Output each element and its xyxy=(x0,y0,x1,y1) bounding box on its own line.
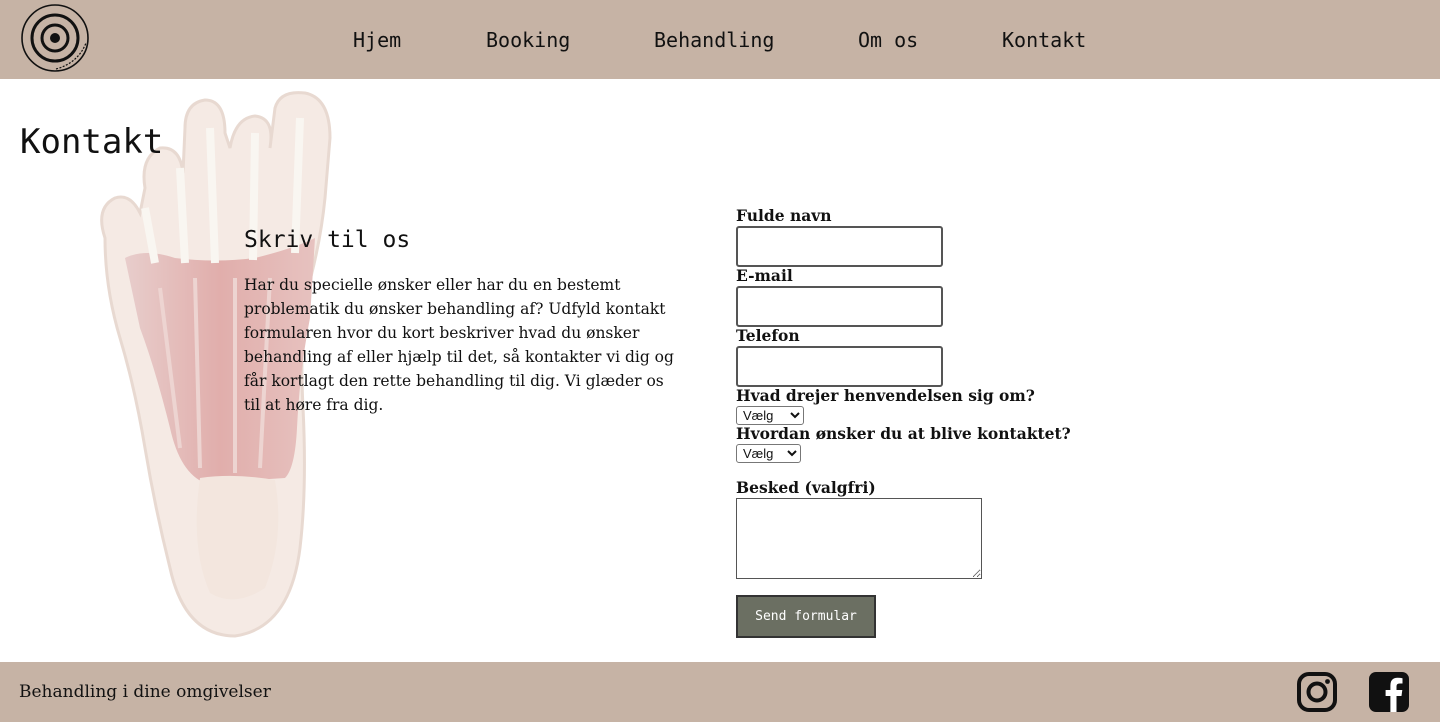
nav-booking[interactable]: Booking xyxy=(486,26,570,54)
phone-field[interactable] xyxy=(736,346,943,387)
facebook-icon[interactable] xyxy=(1369,672,1409,712)
nav-hjem[interactable]: Hjem xyxy=(353,26,401,54)
intro-heading: Skriv til os xyxy=(244,227,411,253)
page-title: Kontakt xyxy=(20,122,164,162)
subject-label: Hvad drejer henvendelsen sig om? xyxy=(736,386,1035,405)
nav-behandling[interactable]: Behandling xyxy=(654,26,774,54)
send-form-button[interactable]: Send formular xyxy=(736,595,876,638)
site-footer: Behandling i dine omgivelser xyxy=(0,662,1440,722)
phone-label: Telefon xyxy=(736,326,800,345)
footer-tagline: Behandling i dine omgivelser xyxy=(19,682,271,702)
name-label: Fulde navn xyxy=(736,206,832,225)
main-nav: Hjem Booking Behandling Om os Kontakt xyxy=(0,26,1440,54)
email-label: E-mail xyxy=(736,266,793,285)
email-field[interactable] xyxy=(736,286,943,327)
message-label: Besked (valgfri) xyxy=(736,478,876,497)
contact-method-select[interactable]: Vælg xyxy=(736,444,801,463)
contact-method-label: Hvordan ønsker du at blive kontaktet? xyxy=(736,424,1071,443)
instagram-icon[interactable] xyxy=(1297,672,1337,712)
intro-paragraph: Har du specielle ønsker eller har du en … xyxy=(244,276,674,414)
message-textarea[interactable] xyxy=(736,498,982,579)
site-header: Hjem Booking Behandling Om os Kontakt xyxy=(0,0,1440,79)
full-name-field[interactable] xyxy=(736,226,943,267)
nav-kontakt[interactable]: Kontakt xyxy=(1002,26,1086,54)
nav-om-os[interactable]: Om os xyxy=(858,26,918,54)
